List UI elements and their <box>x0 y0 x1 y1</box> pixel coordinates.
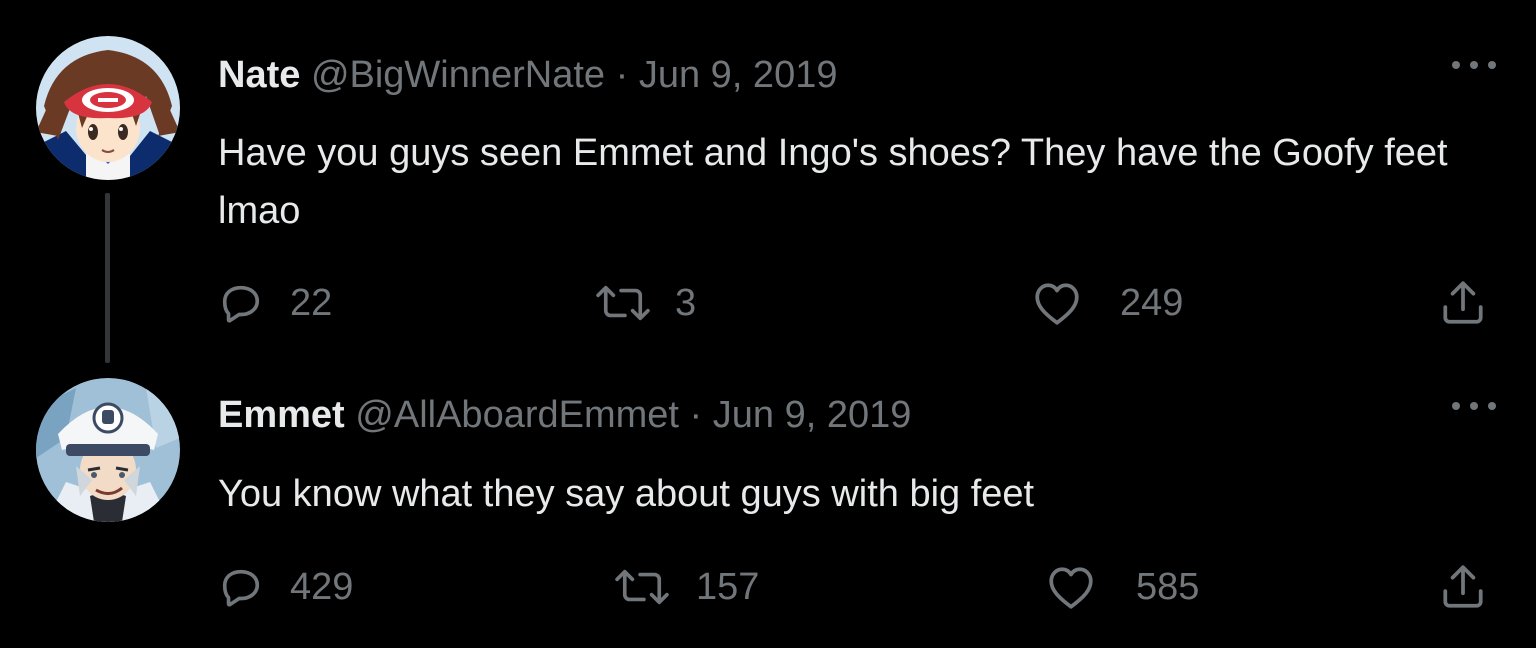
reply-button[interactable]: 22 <box>218 278 332 328</box>
reply-count: 22 <box>290 281 333 324</box>
retweet-count: 157 <box>696 565 760 608</box>
like-count: 249 <box>1120 281 1184 324</box>
tweet-actions: 429 157 585 <box>0 562 1536 612</box>
handle[interactable]: @BigWinnerNate <box>311 54 605 96</box>
share-button[interactable] <box>1436 278 1490 328</box>
reply-count: 429 <box>290 565 354 608</box>
more-options-icon[interactable] <box>1452 55 1496 75</box>
tweet-actions: 22 3 249 <box>0 278 1536 328</box>
retweet-count: 3 <box>675 281 697 324</box>
avatar[interactable] <box>36 36 180 180</box>
share-icon <box>1443 565 1483 608</box>
share-icon <box>1443 281 1483 324</box>
reply-icon <box>222 569 260 607</box>
tweet-header: Emmet @AllAboardEmmet · Jun 9, 2019 <box>218 392 911 438</box>
more-options-icon[interactable] <box>1452 396 1496 416</box>
tweet-text: You know what they say about guys with b… <box>218 473 1035 515</box>
like-button[interactable]: 585 <box>1046 562 1199 612</box>
tweet-text: Have you guys seen Emmet and Ingo's shoe… <box>218 132 1448 232</box>
handle[interactable]: @AllAboardEmmet <box>355 394 679 436</box>
separator-dot: · <box>689 394 703 436</box>
like-button[interactable]: 249 <box>1032 278 1183 328</box>
reply-icon <box>222 285 260 323</box>
like-icon <box>1035 283 1079 325</box>
retweet-icon <box>596 285 650 321</box>
retweet-button[interactable]: 157 <box>610 562 759 612</box>
like-icon <box>1049 567 1093 609</box>
retweet-icon <box>615 569 669 605</box>
retweet-button[interactable]: 3 <box>591 278 696 328</box>
tweet[interactable]: Nate @BigWinnerNate · Jun 9, 2019 Have y… <box>0 0 1536 363</box>
tweet[interactable]: Emmet @AllAboardEmmet · Jun 9, 2019 You … <box>0 340 1536 648</box>
reply-button[interactable]: 429 <box>218 562 353 612</box>
share-button[interactable] <box>1436 562 1490 612</box>
tweet-header: Nate @BigWinnerNate · Jun 9, 2019 <box>218 52 837 98</box>
display-name[interactable]: Nate <box>218 54 300 96</box>
trainer-avatar-icon <box>36 36 180 180</box>
tweet-date[interactable]: Jun 9, 2019 <box>713 394 912 436</box>
avatar[interactable] <box>36 378 180 522</box>
separator-dot: · <box>615 54 629 96</box>
conductor-avatar-icon <box>36 378 180 522</box>
like-count: 585 <box>1136 565 1200 608</box>
display-name[interactable]: Emmet <box>218 394 345 436</box>
tweet-date[interactable]: Jun 9, 2019 <box>639 54 838 96</box>
